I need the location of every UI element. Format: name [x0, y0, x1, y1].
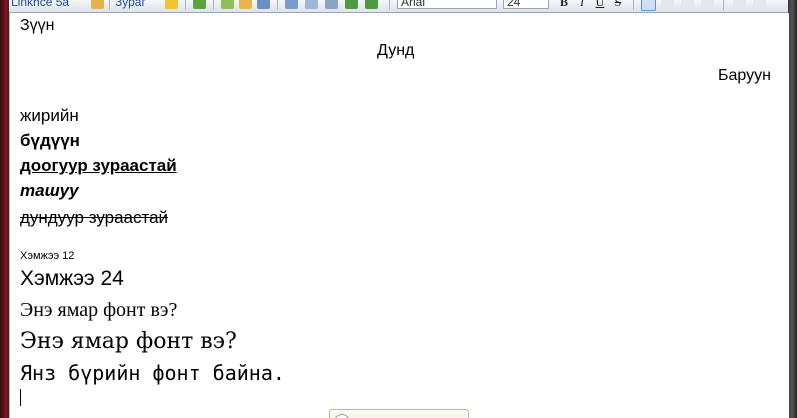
new-document-icon[interactable] [221, 0, 234, 9]
save-icon[interactable] [257, 0, 270, 9]
text-right-aligned: Баруун [718, 67, 771, 84]
strikethrough-button[interactable]: S [611, 0, 625, 10]
font-size-select[interactable]: 24 [503, 0, 549, 9]
undo-icon[interactable] [345, 0, 358, 9]
align-left-icon[interactable] [641, 0, 656, 11]
underline-button[interactable]: U [593, 0, 607, 10]
document-editor[interactable]: Зүүн Дунд Баруун жирийн бүдүүн доогуур з… [9, 13, 789, 418]
toolbar-link-1[interactable]: Linkhce 5a [11, 0, 69, 10]
circle-icon [334, 414, 350, 418]
italic-button[interactable]: I [575, 0, 589, 10]
text-normal: жирийн [20, 106, 79, 125]
text-serif-2: Энэ ямар фонт вэ? [20, 329, 237, 354]
paste-icon[interactable] [325, 0, 338, 9]
text-serif-1: Энэ ямар фонт вэ? [20, 299, 178, 321]
font-name-select[interactable]: Arial [397, 0, 497, 9]
toolbar-separator [277, 0, 278, 10]
chevron-down-icon[interactable] [753, 0, 766, 9]
toolbar-separator [633, 0, 634, 10]
text-size-24: Хэмжээ 24 [20, 267, 124, 290]
check-icon[interactable] [193, 0, 206, 9]
redo-icon[interactable] [365, 0, 378, 9]
toolbar-separator [389, 0, 390, 10]
toolbar-link-2[interactable]: Зураг [115, 0, 146, 10]
copy-icon[interactable] [305, 0, 318, 9]
bold-button[interactable]: B [557, 0, 571, 10]
pencil-icon[interactable] [91, 0, 104, 9]
toolbar-separator [723, 0, 724, 10]
formatting-toolbar: Linkhce 5a Зураг Arial 24 B I U S [9, 0, 788, 13]
toolbar-separator [109, 0, 110, 10]
toolbar-separator [185, 0, 186, 10]
lightning-icon[interactable] [165, 0, 178, 9]
text-monospace: Янз бүрийн фонт байна. [20, 361, 285, 385]
text-underline: доогуур зураастай [20, 156, 177, 175]
text-size-12: Хэмжээ 12 [20, 250, 75, 262]
text-italic: ташуу [20, 181, 79, 200]
window-frame-right [788, 0, 797, 418]
toolbar-separator [213, 0, 214, 10]
floating-widget[interactable] [329, 409, 469, 418]
cut-icon[interactable] [285, 0, 298, 9]
text-bold: бүдүүн [20, 131, 80, 150]
text-left-aligned: Зүүн [20, 17, 55, 34]
align-right-icon[interactable] [681, 0, 694, 9]
text-strikethrough: дундуур зураастай [20, 208, 169, 227]
line-spacing-icon[interactable] [733, 0, 746, 9]
text-center-aligned: Дунд [377, 42, 415, 59]
text-cursor [20, 389, 21, 406]
open-folder-icon[interactable] [239, 0, 252, 9]
align-center-icon[interactable] [661, 0, 674, 9]
window-frame-left [0, 0, 9, 418]
align-justify-icon[interactable] [701, 0, 714, 9]
